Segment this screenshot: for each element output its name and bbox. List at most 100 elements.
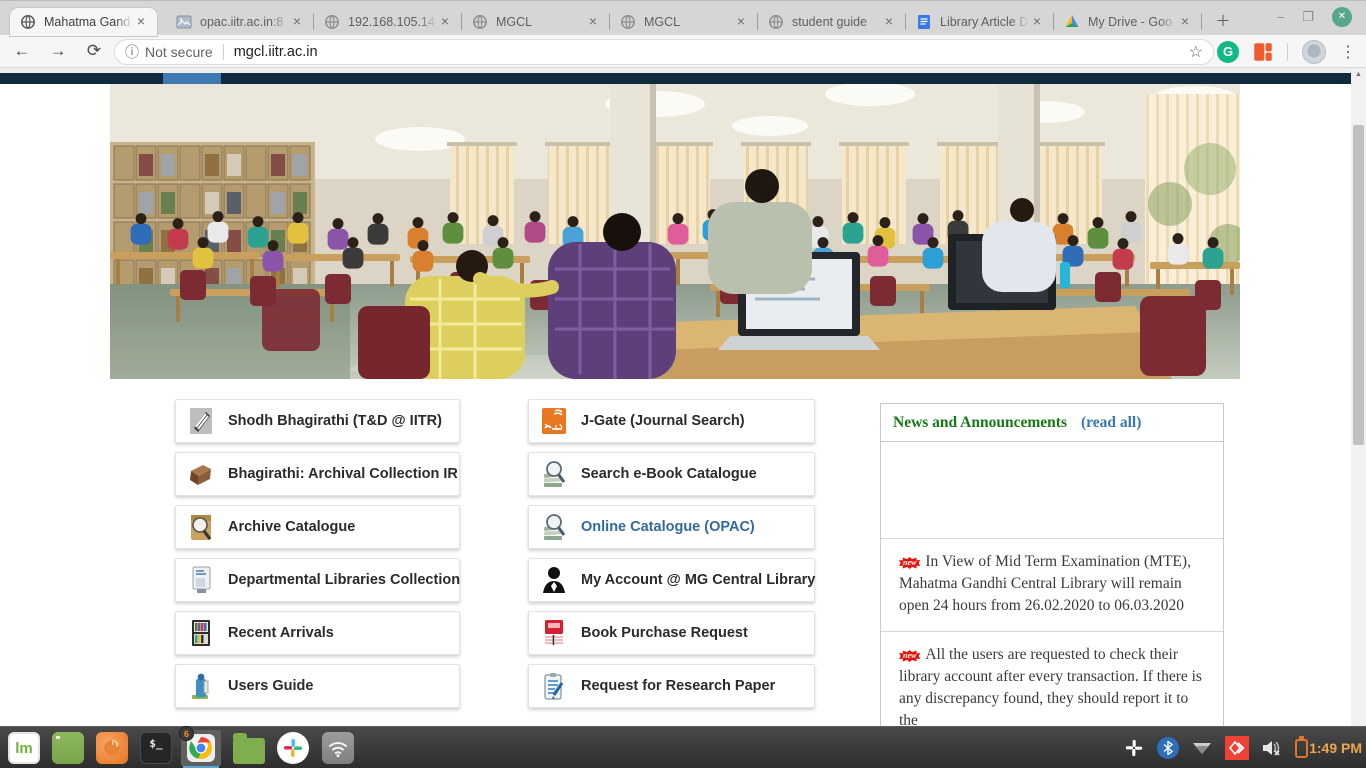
tab-title: opac.iitr.ac.in:8 xyxy=(200,15,289,29)
link-users-guide[interactable]: Users Guide xyxy=(175,664,460,708)
link-label: Archive Catalogue xyxy=(228,519,355,535)
link-online-catalogue-opac[interactable]: Online Catalogue (OPAC) xyxy=(528,505,815,549)
wifi-tray-icon[interactable] xyxy=(1192,741,1212,755)
link-label: Bhagirathi: Archival Collection IR xyxy=(228,466,458,482)
scrollbar-up-arrow[interactable]: ▲ xyxy=(1351,68,1366,82)
link-my-account[interactable]: My Account @ MG Central Library xyxy=(528,558,815,602)
taskbar-clock[interactable]: 1:49 PM xyxy=(1309,727,1362,768)
files-launcher[interactable] xyxy=(229,730,269,766)
desktop-icon xyxy=(52,732,84,764)
globe-icon xyxy=(324,14,340,30)
slack-icon xyxy=(277,732,309,764)
slack-tray-icon[interactable] xyxy=(1124,738,1144,758)
site-nav-bar xyxy=(0,73,1351,84)
terminal-launcher[interactable]: $_ xyxy=(136,730,176,766)
tab-close-icon[interactable]: × xyxy=(1029,14,1045,30)
red-book-icon xyxy=(541,618,567,648)
link-label: Search e-Book Catalogue xyxy=(581,466,757,482)
new-tab-button[interactable]: ＋ xyxy=(1210,9,1236,35)
link-ebook-catalogue[interactable]: Search e-Book Catalogue xyxy=(528,452,815,496)
tab-title: 192.168.105.14 xyxy=(348,15,437,29)
tab-opac[interactable]: opac.iitr.ac.in:8 × xyxy=(166,8,313,36)
divider xyxy=(1287,43,1288,61)
tab-close-icon[interactable]: × xyxy=(133,14,149,30)
tab-student-guide[interactable]: student guide × xyxy=(758,8,905,36)
nav-item-active[interactable] xyxy=(163,73,221,84)
link-departmental-libraries[interactable]: Departmental Libraries Collection xyxy=(175,558,460,602)
window-restore-button[interactable]: ❐ xyxy=(1302,7,1314,27)
tab-close-icon[interactable]: × xyxy=(733,14,749,30)
reload-icon[interactable]: ⟳ xyxy=(80,37,108,65)
globe-icon xyxy=(620,14,636,30)
window-minimize-button[interactable]: – xyxy=(1277,7,1284,27)
image-icon xyxy=(176,14,192,30)
news-item-text: All the users are requested to check the… xyxy=(899,646,1202,726)
terminal-icon: $_ xyxy=(140,732,172,764)
tab-title: MGCL xyxy=(496,15,585,29)
folder-icon xyxy=(233,738,265,764)
scrollbar-thumb[interactable] xyxy=(1353,125,1364,445)
tab-strip: Mahatma Gand × opac.iitr.ac.in:8 × 192.1… xyxy=(0,0,1366,35)
gdocs-icon xyxy=(916,14,932,30)
slack-launcher[interactable] xyxy=(273,730,313,766)
grid-extension-icon[interactable] xyxy=(1253,42,1273,62)
tab-library-article[interactable]: Library Article D × xyxy=(906,8,1053,36)
link-archive-catalogue[interactable]: Archive Catalogue xyxy=(175,505,460,549)
archival-box-icon xyxy=(188,459,214,489)
show-desktop-button[interactable] xyxy=(48,730,88,766)
security-indicator[interactable]: ⓘ Not secure xyxy=(125,42,213,62)
tab-title: student guide xyxy=(792,15,881,29)
address-bar[interactable]: ⓘ Not secure mgcl.iitr.ac.in ☆ xyxy=(114,39,1214,65)
new-badge: new xyxy=(899,557,920,569)
link-research-paper-request[interactable]: Request for Research Paper xyxy=(528,664,815,708)
tab-close-icon[interactable]: × xyxy=(1177,14,1193,30)
tab-mahatma-gandhi[interactable]: Mahatma Gand × xyxy=(10,8,157,36)
back-icon[interactable]: ← xyxy=(8,37,36,65)
new-badge: new xyxy=(899,650,920,662)
chrome-window-button[interactable]: 6 xyxy=(181,730,221,766)
book-search-icon xyxy=(541,512,567,542)
tab-ip-address[interactable]: 192.168.105.14 × xyxy=(314,8,461,36)
tab-my-drive[interactable]: My Drive - Goo × xyxy=(1054,8,1201,36)
mint-menu-button[interactable]: lm xyxy=(4,730,44,766)
globe-icon xyxy=(472,14,488,30)
tab-close-icon[interactable]: × xyxy=(585,14,601,30)
bluetooth-icon[interactable] xyxy=(1157,737,1179,759)
tab-close-icon[interactable]: × xyxy=(437,14,453,30)
tab-mgcl-1[interactable]: MGCL × xyxy=(462,8,609,36)
battery-icon[interactable] xyxy=(1295,739,1308,758)
firefox-launcher[interactable] xyxy=(92,730,132,766)
bookmark-star-icon[interactable]: ☆ xyxy=(1189,42,1203,62)
profile-avatar[interactable] xyxy=(1302,40,1326,64)
clipboard-pen-icon xyxy=(541,671,567,701)
window-close-button[interactable]: ✕ xyxy=(1332,7,1352,27)
network-tool-launcher[interactable] xyxy=(318,730,358,766)
news-title: News and Announcements xyxy=(893,414,1067,432)
web-page: Shodh Bhagirathi (T&D @ IITR) Bhagirathi… xyxy=(0,68,1366,726)
link-label: Book Purchase Request xyxy=(581,625,748,641)
globe-icon xyxy=(20,14,36,30)
link-bhagirathi-archival[interactable]: Bhagirathi: Archival Collection IR xyxy=(175,452,460,496)
library-photo xyxy=(110,84,1240,379)
link-shodh-bhagirathi[interactable]: Shodh Bhagirathi (T&D @ IITR) xyxy=(175,399,460,443)
news-empty-row xyxy=(881,442,1223,539)
chrome-window-count-badge: 6 xyxy=(179,726,194,741)
archive-search-icon xyxy=(188,512,214,542)
link-book-purchase[interactable]: Book Purchase Request xyxy=(528,611,815,655)
tab-title: Mahatma Gand xyxy=(44,15,133,29)
tab-mgcl-2[interactable]: MGCL × xyxy=(610,8,757,36)
tab-title: My Drive - Goo xyxy=(1088,15,1177,29)
tab-close-icon[interactable]: × xyxy=(881,14,897,30)
forward-icon[interactable]: → xyxy=(44,37,72,65)
gdrive-icon xyxy=(1064,14,1080,30)
read-all-link[interactable]: (read all) xyxy=(1081,414,1141,432)
link-recent-arrivals[interactable]: Recent Arrivals xyxy=(175,611,460,655)
browser-menu-icon[interactable]: ⋮ xyxy=(1340,42,1356,62)
tab-close-icon[interactable]: × xyxy=(289,14,305,30)
link-jgate[interactable]: J-Gate (Journal Search) xyxy=(528,399,815,443)
grammarly-extension-icon[interactable]: G xyxy=(1217,41,1239,63)
volume-muted-icon[interactable] xyxy=(1262,739,1282,757)
wifi-app-icon xyxy=(322,732,354,764)
anydesk-icon[interactable] xyxy=(1225,736,1249,760)
link-label: J-Gate (Journal Search) xyxy=(581,413,745,429)
